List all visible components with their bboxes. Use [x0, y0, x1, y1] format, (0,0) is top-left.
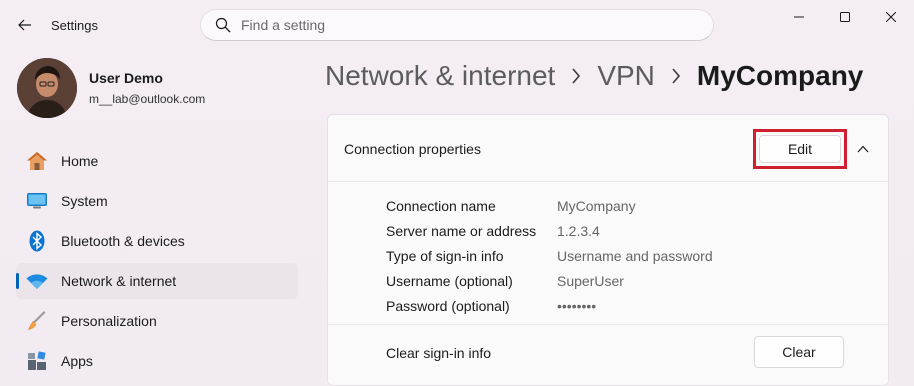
system-icon: [26, 190, 48, 212]
properties-list: Connection name MyCompany Server name or…: [386, 193, 713, 318]
search-icon: [215, 17, 231, 33]
sidebar-item-home[interactable]: Home: [16, 143, 298, 179]
property-row: Username (optional) SuperUser: [386, 268, 713, 293]
bluetooth-icon: [26, 230, 48, 252]
window-controls: [776, 0, 914, 34]
home-icon: [26, 150, 48, 172]
property-row: Password (optional) ••••••••: [386, 293, 713, 318]
back-button[interactable]: [10, 11, 40, 39]
edit-button[interactable]: Edit: [759, 135, 841, 163]
card-title: Connection properties: [344, 141, 481, 157]
app-title: Settings: [51, 18, 98, 33]
user-info: User Demo m__lab@outlook.com: [89, 70, 205, 106]
sidebar-item-network[interactable]: Network & internet: [16, 263, 298, 299]
page-title: MyCompany: [696, 60, 864, 91]
sidebar-item-system[interactable]: System: [16, 183, 298, 219]
divider: [328, 324, 888, 325]
close-icon: [886, 12, 896, 22]
property-row: Server name or address 1.2.3.4: [386, 218, 713, 243]
property-row: Type of sign-in info Username and passwo…: [386, 243, 713, 268]
sidebar-item-label: Apps: [61, 353, 93, 369]
brush-icon: [26, 310, 48, 332]
property-row: Connection name MyCompany: [386, 193, 713, 218]
minimize-icon: [794, 16, 804, 18]
user-email: m__lab@outlook.com: [89, 92, 206, 106]
settings-window: Settings Find a setting User Demo m__lab…: [0, 0, 914, 386]
property-value: SuperUser: [557, 272, 624, 289]
sidebar-item-label: Home: [61, 153, 99, 169]
search-input[interactable]: [241, 17, 661, 33]
card-header[interactable]: Connection properties Edit: [328, 115, 888, 182]
property-label: Password (optional): [386, 297, 510, 314]
collapse-button[interactable]: [850, 137, 876, 161]
property-value: Username and password: [557, 247, 713, 264]
property-label: Connection name: [386, 197, 496, 214]
clear-sign-in-label: Clear sign-in info: [386, 345, 492, 361]
property-label: Type of sign-in info: [386, 247, 504, 264]
breadcrumb-network[interactable]: Network & internet: [325, 60, 555, 92]
breadcrumb-vpn[interactable]: VPN: [597, 60, 655, 92]
sidebar-item-label: Bluetooth & devices: [61, 233, 185, 249]
sidebar-item-label: System: [61, 193, 108, 209]
close-button[interactable]: [868, 0, 914, 34]
apps-icon: [26, 350, 48, 372]
user-name: User Demo: [89, 70, 163, 86]
wifi-icon: [26, 270, 48, 292]
maximize-button[interactable]: [822, 0, 868, 34]
sidebar-item-label: Network & internet: [61, 273, 177, 289]
sidebar-item-apps[interactable]: Apps: [16, 343, 298, 379]
property-label: Server name or address: [386, 222, 537, 239]
chevron-right-icon: [671, 68, 681, 84]
sidebar-item-label: Personalization: [61, 313, 157, 329]
minimize-button[interactable]: [776, 0, 822, 34]
avatar: [17, 58, 77, 118]
title-bar: Settings: [0, 0, 914, 48]
user-profile[interactable]: User Demo m__lab@outlook.com: [17, 58, 205, 118]
sidebar-item-personalization[interactable]: Personalization: [16, 303, 298, 339]
property-value: 1.2.3.4: [557, 222, 600, 239]
user-avatar-icon: [17, 58, 77, 118]
property-label: Username (optional): [386, 272, 513, 289]
maximize-icon: [840, 12, 850, 22]
chevron-up-icon: [857, 145, 869, 153]
sidebar-item-bluetooth[interactable]: Bluetooth & devices: [16, 223, 298, 259]
chevron-right-icon: [571, 68, 581, 84]
property-value: ••••••••: [557, 297, 597, 314]
sidebar-nav: Home System Bluetooth & devices Network …: [16, 143, 298, 383]
clear-button[interactable]: Clear: [754, 336, 844, 368]
property-value: MyCompany: [557, 197, 636, 214]
search-box[interactable]: [200, 9, 714, 41]
connection-properties-card: Connection properties Edit Connection na…: [327, 114, 889, 386]
breadcrumb: Network & internet VPN MyCompany: [325, 60, 863, 92]
back-arrow-icon: [18, 19, 31, 31]
edit-highlight-box: Edit: [753, 129, 847, 169]
